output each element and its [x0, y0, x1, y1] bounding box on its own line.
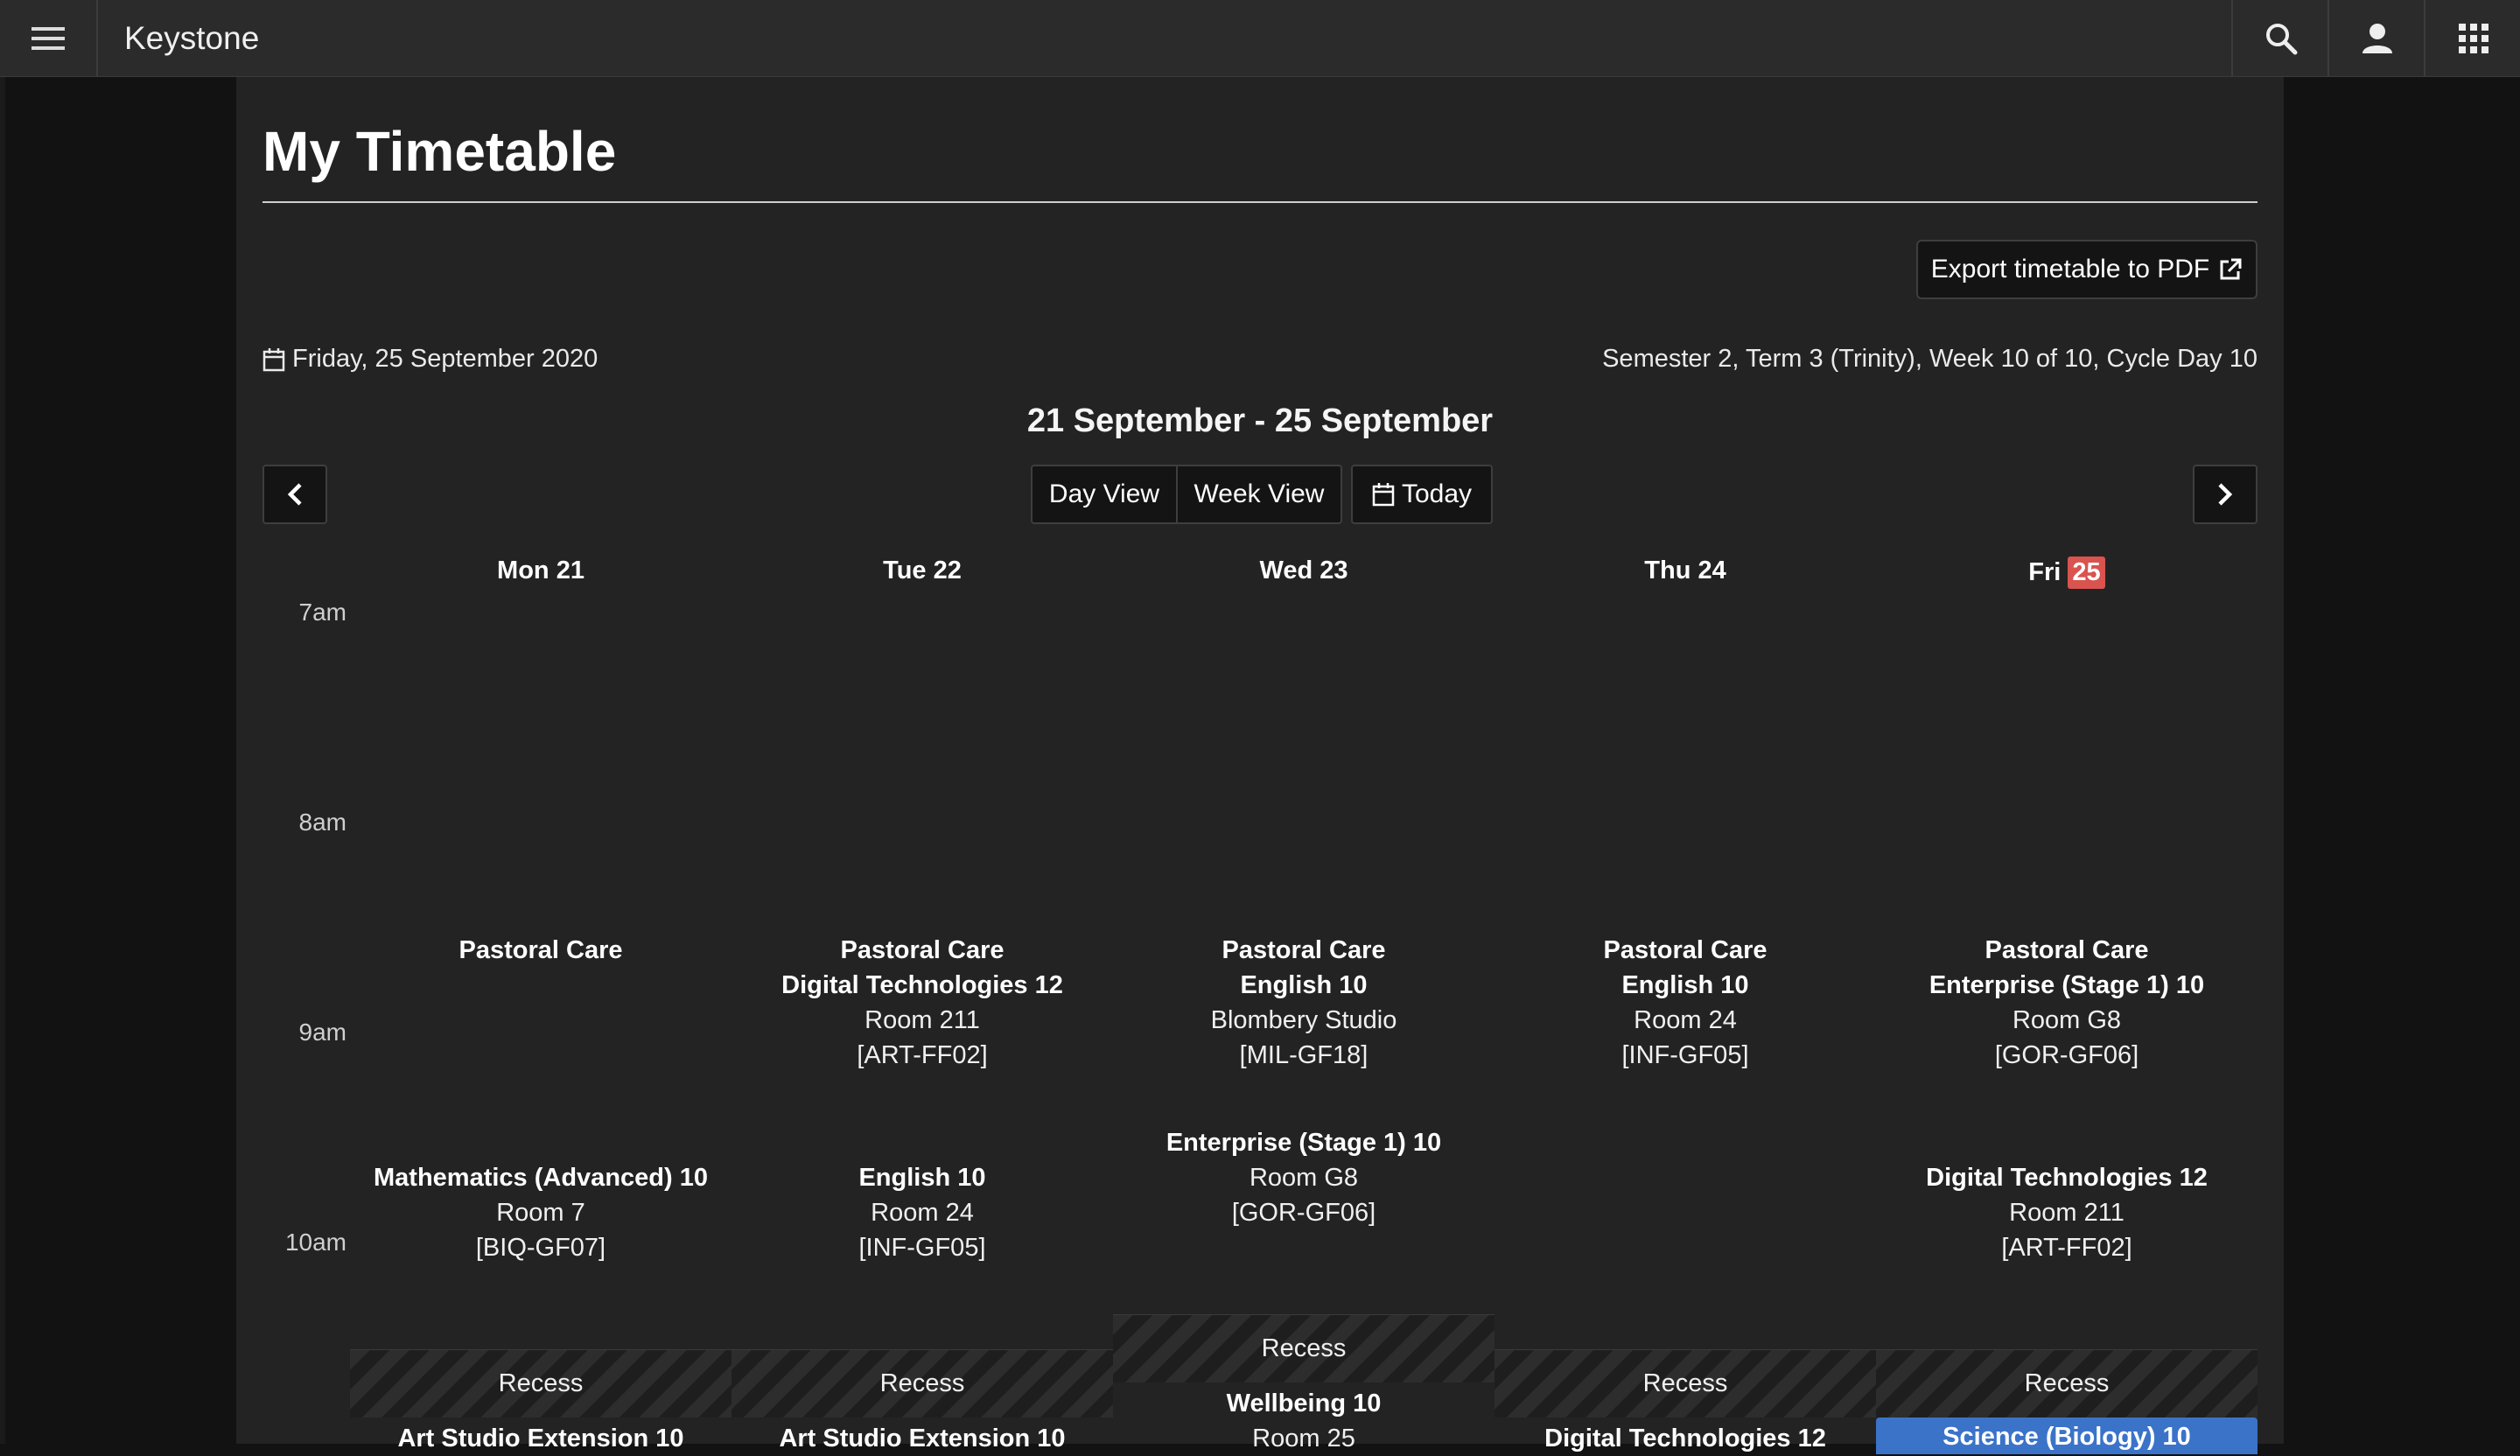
hamburger-menu-icon [32, 27, 65, 50]
event-subject: Enterprise (Stage 1) 10 [1928, 971, 2205, 999]
menu-button[interactable] [0, 0, 98, 77]
event-pastoral-thu[interactable]: Pastoral Care English 10 Room 24 [INF-GF… [1494, 933, 1876, 1073]
time-label-7am: 7am [298, 598, 346, 626]
calendar-icon [1372, 483, 1395, 507]
event-period1-wed[interactable]: Enterprise (Stage 1) 10 Room G8 [GOR-GF0… [1113, 1125, 1494, 1230]
event-subject: Art Studio Extension 10 [779, 1424, 1066, 1452]
event-subject: Digital Technologies 12 [1544, 1424, 1826, 1452]
event-pastoral-fri[interactable]: Pastoral Care Enterprise (Stage 1) 10 Ro… [1876, 933, 2258, 1073]
term-info: Semester 2, Term 3 (Trinity), Week 10 of… [1602, 345, 2258, 373]
event-period1-fri[interactable]: Digital Technologies 12 Room 211 [ART-FF… [1876, 1160, 2258, 1265]
current-date: Friday, 25 September 2020 [262, 345, 598, 374]
previous-week-button[interactable] [262, 465, 327, 524]
event-code: [INF-GF05] [1621, 1041, 1749, 1069]
recess-fri[interactable]: Recess [1876, 1349, 2258, 1418]
user-icon [2362, 24, 2392, 53]
day-header-mon[interactable]: Mon 21 [350, 556, 732, 585]
event-code: [ART-FF02] [2001, 1234, 2132, 1262]
event-room: Room G8 [1249, 1164, 1359, 1192]
event-subject: English 10 [858, 1164, 986, 1192]
event-room: Room 211 [864, 1006, 980, 1034]
current-date-text: Friday, 25 September 2020 [292, 345, 598, 373]
event-title: Pastoral Care [1222, 936, 1386, 964]
search-icon [2266, 24, 2298, 55]
recess-mon[interactable]: Recess [350, 1349, 732, 1418]
event-subject: Digital Technologies 12 [1926, 1164, 2208, 1192]
timetable-panel: My Timetable Export timetable to PDF Fri… [236, 77, 2284, 1454]
event-room: Room 25 [1252, 1424, 1355, 1452]
day-header-thu[interactable]: Thu 24 [1494, 556, 1876, 585]
event-code: [INF-GF05] [858, 1234, 986, 1262]
export-label: Export timetable to PDF [1930, 255, 2210, 284]
event-room: Room 211 [2009, 1199, 2124, 1227]
event-subject: English 10 [1621, 971, 1749, 999]
event-after-recess-thu[interactable]: Digital Technologies 12 [1494, 1421, 1876, 1456]
event-code: [GOR-GF06] [1231, 1199, 1376, 1227]
event-title: Pastoral Care [1984, 936, 2149, 964]
event-period1-mon[interactable]: Mathematics (Advanced) 10 Room 7 [BIQ-GF… [350, 1160, 732, 1265]
search-button[interactable] [2231, 0, 2329, 77]
calendar-icon [262, 347, 285, 371]
left-edge [0, 77, 5, 1444]
event-subject: Mathematics (Advanced) 10 [374, 1164, 708, 1192]
event-pastoral-mon[interactable]: Pastoral Care [350, 933, 732, 968]
event-after-recess-mon[interactable]: Art Studio Extension 10 [350, 1421, 732, 1456]
event-code: [MIL-GF18] [1239, 1041, 1368, 1069]
event-subject: Art Studio Extension 10 [397, 1424, 684, 1452]
event-subject: Enterprise (Stage 1) 10 [1166, 1129, 1442, 1157]
event-period1-tue[interactable]: English 10 Room 24 [INF-GF05] [732, 1160, 1113, 1265]
event-code: [ART-FF02] [857, 1041, 988, 1069]
event-code: [GOR-GF06] [1994, 1041, 2139, 1069]
event-room: Blombery Studio [1210, 1006, 1397, 1034]
export-pdf-button[interactable]: Export timetable to PDF [1916, 240, 2258, 299]
day-header-tue[interactable]: Tue 22 [732, 556, 1113, 585]
user-button[interactable] [2328, 0, 2426, 77]
app-title[interactable]: Keystone [124, 0, 259, 77]
recess-wed[interactable]: Recess [1113, 1314, 1494, 1382]
event-pastoral-tue[interactable]: Pastoral Care Digital Technologies 12 Ro… [732, 933, 1113, 1073]
next-week-button[interactable] [2193, 465, 2258, 524]
time-label-8am: 8am [298, 808, 346, 836]
day-view-button[interactable]: Day View [1031, 465, 1178, 524]
day-header-fri-label: Fri [2028, 558, 2062, 586]
event-after-recess-fri-selected[interactable]: Science (Biology) 10 [1876, 1418, 2258, 1454]
recess-thu[interactable]: Recess [1494, 1349, 1876, 1418]
top-bar: Keystone [0, 0, 2520, 77]
event-room: Room 7 [496, 1199, 585, 1227]
time-label-10am: 10am [284, 1228, 346, 1256]
week-range-title: 21 September - 25 September [1026, 402, 1494, 439]
external-link-icon [2220, 258, 2242, 280]
event-pastoral-wed[interactable]: Pastoral Care English 10 Blombery Studio… [1113, 933, 1494, 1073]
time-label-9am: 9am [298, 1018, 346, 1046]
event-subject: Digital Technologies 12 [781, 971, 1063, 999]
chevron-left-icon [287, 483, 302, 506]
event-room: Room G8 [2012, 1006, 2122, 1034]
week-view-button[interactable]: Week View [1178, 465, 1342, 524]
event-room: Room 24 [871, 1199, 974, 1227]
chevron-right-icon [2218, 483, 2233, 506]
event-subject: Wellbeing 10 [1226, 1390, 1382, 1418]
today-button[interactable]: Today [1351, 465, 1493, 524]
event-subject: English 10 [1240, 971, 1368, 999]
day-header-fri[interactable]: Fri 25 [1876, 556, 2258, 589]
event-code: [BIQ-GF07] [475, 1234, 606, 1262]
today-badge: 25 [2068, 556, 2105, 589]
grid-apps-icon [2459, 24, 2488, 53]
title-divider [262, 201, 2258, 203]
event-title: Pastoral Care [458, 936, 623, 964]
apps-button[interactable] [2424, 0, 2520, 77]
recess-tue[interactable]: Recess [732, 1349, 1113, 1418]
day-header-wed[interactable]: Wed 23 [1113, 556, 1494, 585]
event-title: Pastoral Care [840, 936, 1004, 964]
page-title: My Timetable [262, 120, 617, 183]
event-title: Pastoral Care [1603, 936, 1768, 964]
view-switcher: Day View Week View Today [1031, 465, 1493, 524]
today-label: Today [1401, 480, 1473, 508]
event-subject: Science (Biology) 10 [1942, 1423, 2191, 1451]
event-after-recess-wed[interactable]: Wellbeing 10 Room 25 [1113, 1386, 1494, 1456]
event-room: Room 24 [1634, 1006, 1737, 1034]
event-after-recess-tue[interactable]: Art Studio Extension 10 [732, 1421, 1113, 1456]
